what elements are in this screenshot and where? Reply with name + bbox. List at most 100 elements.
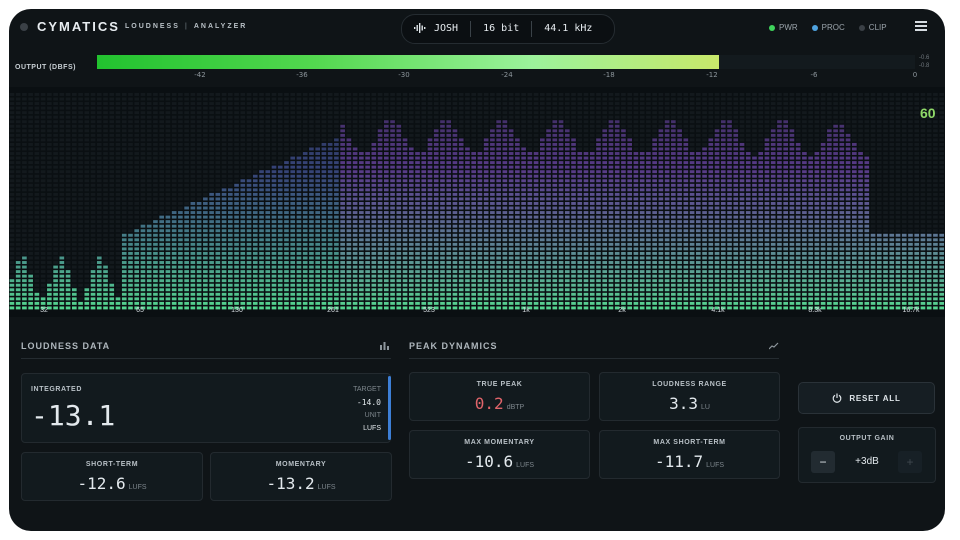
target-value: -14.0 (356, 398, 381, 407)
short-term-card: SHORT-TERM -12.6 LUFS (21, 452, 203, 501)
indicator-clip: CLIP (858, 23, 887, 32)
true-peak-label: TRUE PEAK (476, 381, 523, 388)
max-momentary-value: -10.6 (464, 452, 514, 471)
output-tick: -30 (398, 71, 410, 79)
frequency-label: 261 (327, 307, 339, 314)
output-meter-fill (97, 55, 719, 69)
subtitle-analyzer: ANALYZER (193, 23, 248, 30)
max-short-term-readout: -11.7 LUFS (600, 452, 779, 472)
frequency-label: 130 (231, 307, 243, 314)
frequency-label: 8.3k (808, 307, 822, 314)
target-label: TARGET (353, 386, 381, 393)
preset-segment[interactable]: JOSH (402, 21, 472, 37)
trend-line-icon[interactable] (769, 342, 779, 350)
reset-all-button[interactable]: RESET ALL (798, 382, 935, 414)
status-indicators: PWR PROC CLIP (769, 23, 887, 32)
app-window: CYMATICS LOUDNESS | ANALYZER JOSH 16 bit 4… (9, 9, 945, 531)
peak-hold-values: -0.6 -0.8 (919, 54, 929, 70)
loudness-range-readout: 3.3 LU (600, 394, 779, 414)
spectrum-display (9, 87, 945, 317)
frequency-label: 65 (136, 307, 144, 314)
loudness-title: LOUDNESS DATA (21, 341, 111, 351)
peak-title: PEAK DYNAMICS (409, 341, 498, 351)
brand-title: CYMATICS (37, 19, 120, 34)
peak-divider (409, 358, 779, 359)
true-peak-unit: dBTP (506, 404, 525, 411)
waveform-icon (414, 23, 426, 33)
momentary-value: -13.2 (266, 474, 315, 493)
max-short-term-label: MAX SHORT-TERM (653, 439, 726, 446)
hamburger-menu-icon[interactable] (915, 21, 927, 31)
indicator-proc-label: PROC (821, 23, 845, 32)
loudness-range-label: LOUDNESS RANGE (652, 381, 727, 388)
frequency-label: 16.7k (902, 307, 920, 314)
indicator-pwr: PWR (769, 23, 798, 32)
frequency-label: 2k (618, 307, 626, 314)
max-short-term-card: MAX SHORT-TERM -11.7 LUFS (599, 430, 780, 479)
true-peak-value: 0.2 (474, 394, 504, 413)
unit-label: UNIT (364, 412, 381, 419)
max-momentary-unit: LUFS (516, 462, 535, 469)
max-short-term-value: -11.7 (654, 452, 704, 471)
unit-value: LUFS (363, 425, 381, 432)
max-short-term-unit: LUFS (706, 462, 725, 469)
window-dot (20, 23, 28, 31)
spectrum-readout: 60 (920, 105, 936, 121)
bit-depth: 16 bit (471, 21, 533, 37)
status-pill[interactable]: JOSH 16 bit 44.1 kHz (401, 14, 615, 44)
output-gain-card: OUTPUT GAIN − +3dB + (798, 427, 936, 483)
header: CYMATICS LOUDNESS | ANALYZER JOSH 16 bit 4… (9, 9, 945, 49)
frequency-label: 4.1k (711, 307, 725, 314)
momentary-unit: LUFS (317, 484, 336, 491)
loudness-range-value: 3.3 (669, 394, 698, 413)
gain-decrease-button[interactable]: − (811, 451, 835, 473)
reset-all-label: RESET ALL (849, 393, 901, 403)
frequency-label: 1k (522, 307, 530, 314)
integrated-accent (388, 376, 391, 440)
bar-chart-icon[interactable] (380, 342, 389, 350)
output-gain-label: OUTPUT GAIN (839, 435, 895, 442)
momentary-readout: -13.2 LUFS (211, 474, 391, 494)
integrated-value: -13.1 (31, 399, 116, 432)
output-ticks: -42 -36 -30 -24 -18 -12 -6 0 (97, 71, 918, 81)
proc-led-icon (811, 24, 818, 31)
short-term-value: -12.6 (77, 474, 126, 493)
indicator-proc: PROC (811, 23, 845, 32)
peak-hold-right: -0.8 (919, 63, 930, 69)
output-label: OUTPUT (DBFS) (15, 64, 76, 71)
output-tick: -12 (706, 71, 718, 79)
subtitle-loudness: LOUDNESS (125, 23, 180, 30)
clip-led-icon (858, 24, 865, 31)
loudness-range-unit: LU (700, 404, 710, 411)
frequency-label: 32 (40, 307, 48, 314)
output-meter (97, 55, 915, 69)
preset-name: JOSH (434, 23, 459, 34)
max-momentary-label: MAX MOMENTARY (464, 439, 535, 446)
momentary-card: MOMENTARY -13.2 LUFS (210, 452, 392, 501)
peak-hold-left: -0.6 (919, 55, 930, 61)
short-term-label: SHORT-TERM (85, 461, 139, 468)
gain-increase-button[interactable]: + (898, 451, 922, 473)
power-icon (832, 393, 842, 403)
loudness-divider (21, 358, 391, 359)
output-tick: -24 (501, 71, 513, 79)
max-momentary-card: MAX MOMENTARY -10.6 LUFS (409, 430, 590, 479)
loudness-range-card: LOUDNESS RANGE 3.3 LU (599, 372, 780, 421)
output-tick: -42 (194, 71, 206, 79)
short-term-unit: LUFS (128, 484, 147, 491)
integrated-card: INTEGRATED -13.1 TARGET -14.0 UNIT LUFS (21, 373, 391, 443)
momentary-label: MOMENTARY (275, 461, 327, 468)
true-peak-readout: 0.2 dBTP (410, 394, 589, 414)
subtitle-separator: | (184, 23, 189, 30)
target-info: TARGET -14.0 UNIT LUFS (353, 383, 381, 435)
max-momentary-readout: -10.6 LUFS (410, 452, 589, 472)
frequency-label: 523 (423, 307, 435, 314)
integrated-label: INTEGRATED (31, 386, 82, 393)
indicator-pwr-label: PWR (779, 23, 798, 32)
output-gain-value: +3dB (855, 456, 879, 467)
pwr-led-icon (769, 24, 775, 31)
output-tick: -6 (810, 71, 818, 79)
sample-rate: 44.1 kHz (544, 23, 593, 34)
output-tick: 0 (912, 71, 918, 79)
spectrum-bars (9, 93, 944, 310)
